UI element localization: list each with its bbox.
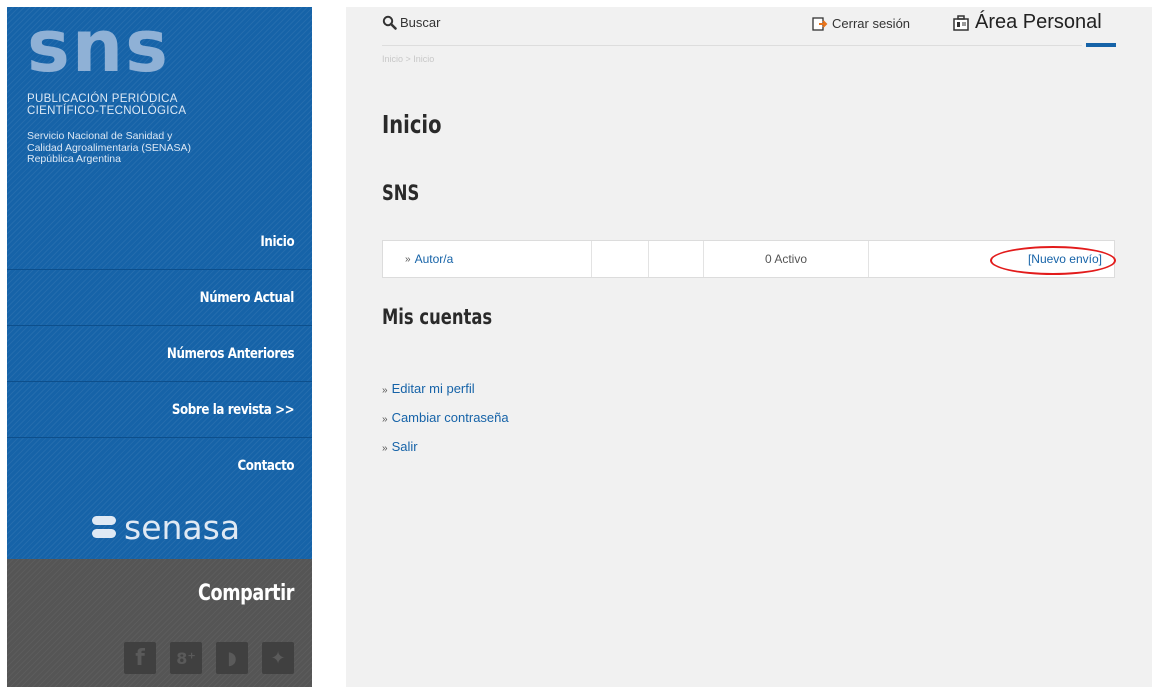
nav-item-label: Inicio [260,233,294,250]
search-label: Buscar [400,15,441,30]
table-cell [649,241,704,277]
social-icons: f 8⁺ ◗ ✦ [124,642,294,674]
publication-title-line: PUBLICACIÓN PERIÓDICA [27,93,178,105]
logout-link[interactable]: Cerrar sesión [812,16,910,31]
facebook-icon[interactable]: f [124,642,156,674]
nav-item-label: Números Anteriores [166,345,295,362]
nav-item-numero-actual[interactable]: Número Actual [7,270,312,326]
raquo-icon: » [382,414,388,425]
new-submission-link[interactable]: [Nuevo envío] [869,241,1116,277]
nav-item-sobre-la-revista[interactable]: Sobre la revista >> [7,382,312,438]
nav-item-label: Contacto [237,458,294,474]
role-label: Autor/a [414,252,454,266]
twitter-glyph: ✦ [270,647,286,669]
nav-item-label: Sobre la revista >> [171,401,295,418]
logout-icon [812,16,828,31]
role-table: » Autor/a 0 Activo [Nuevo envío] [382,240,1116,278]
active-count: 0 Activo [704,241,869,277]
divider [382,45,1082,46]
sns-logo[interactable]: sns [27,13,187,93]
raquo-icon: » [382,385,388,396]
sidebar-nav: Inicio Número Actual Números Anteriores … [7,214,312,494]
edit-profile-label: Editar mi perfil [391,381,475,396]
active-indicator [1086,43,1116,47]
raquo-icon: » [405,253,411,265]
briefcase-icon [953,14,969,31]
table-cell [592,241,649,277]
nav-item-label: Número Actual [199,289,295,306]
personal-area-label: Área Personal [975,11,1102,33]
journal-title: SNS [382,181,420,205]
annotation-circle [990,246,1116,275]
google-plus-glyph: 8⁺ [176,648,196,668]
sidebar: sns PUBLICACIÓN PERIÓDICA CIENTÍFICO-TEC… [7,7,312,687]
page-title: Inicio [382,110,442,139]
rss-icon[interactable]: ◗ [216,642,248,674]
logout-account-label: Salir [391,439,418,454]
nav-item-numeros-anteriores[interactable]: Números Anteriores [7,326,312,382]
svg-text:senasa: senasa [124,508,240,547]
breadcrumb: Inicio > Inicio [382,54,435,64]
senasa-logo-mark: senasa [92,508,240,547]
rss-glyph: ◗ [227,647,237,669]
organization-line: República Argentina [27,153,121,165]
accounts-title: Mis cuentas [382,305,493,329]
change-password-label: Cambiar contraseña [391,410,509,425]
organization-info: Servicio Nacional de Sanidad y Calidad A… [27,130,267,166]
organization-line: Servicio Nacional de Sanidad y [27,130,173,142]
logout-label: Cerrar sesión [832,16,911,31]
search-link[interactable]: Buscar [382,15,440,30]
svg-text:sns: sns [27,13,170,88]
logout-account-link[interactable]: » Salir [382,433,509,462]
facebook-glyph: f [135,645,145,671]
nav-item-inicio[interactable]: Inicio [7,214,312,270]
share-panel: Compartir f 8⁺ ◗ ✦ [7,559,312,687]
main-content: Buscar Cerrar sesión Área Personal Inici… [346,7,1152,687]
top-bar: Buscar Cerrar sesión Área Personal [346,7,1152,52]
search-icon [382,15,397,30]
role-link-author[interactable]: » Autor/a [383,241,592,277]
publication-title: PUBLICACIÓN PERIÓDICA CIENTÍFICO-TECNOLÓ… [27,93,227,117]
account-links: » Editar mi perfil » Cambiar contraseña » S… [382,375,509,462]
senasa-logo[interactable]: senasa [7,495,312,559]
nav-item-contacto[interactable]: Contacto [7,438,312,494]
personal-area-link[interactable]: Área Personal [952,11,1102,34]
edit-profile-link[interactable]: » Editar mi perfil [382,375,509,404]
share-title: Compartir [197,581,294,606]
change-password-link[interactable]: » Cambiar contraseña [382,404,509,433]
publication-title-line: CIENTÍFICO-TECNOLÓGICA [27,105,187,117]
raquo-icon: » [382,443,388,454]
twitter-icon[interactable]: ✦ [262,642,294,674]
google-plus-icon[interactable]: 8⁺ [170,642,202,674]
